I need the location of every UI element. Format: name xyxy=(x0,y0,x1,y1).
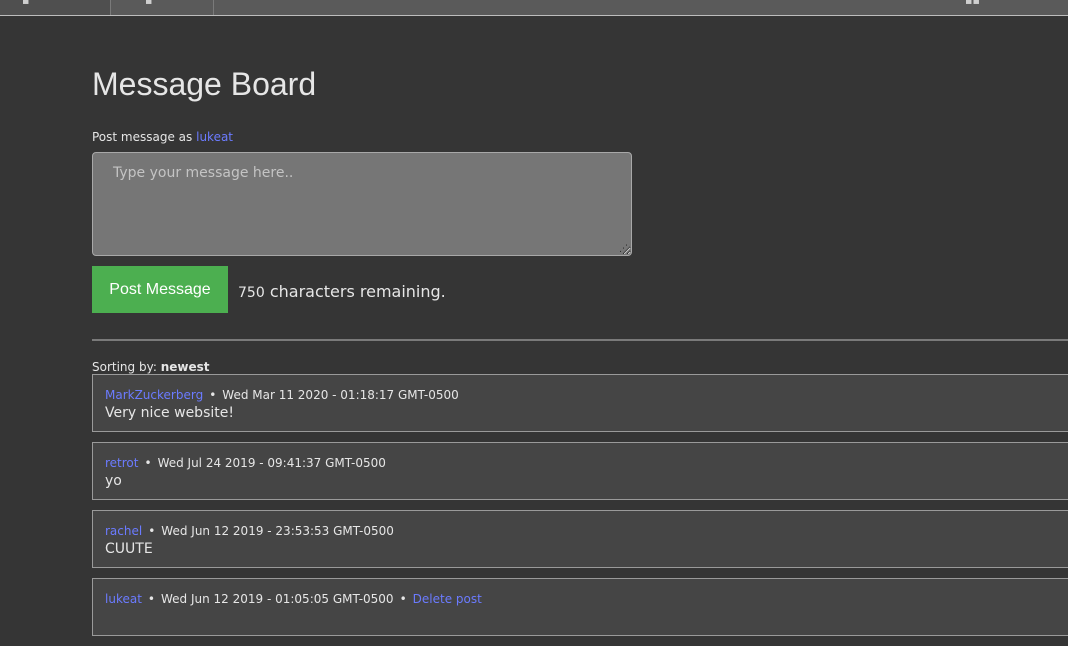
post-author-link[interactable]: rachel xyxy=(105,524,142,538)
post-message-button[interactable]: Post Message xyxy=(92,266,228,313)
characters-remaining-count: 750 xyxy=(238,285,265,301)
current-username-link[interactable]: lukeat xyxy=(196,130,233,144)
nav-tab-home-glyph: ▪ xyxy=(22,0,30,7)
post-meta: retrot • Wed Jul 24 2019 - 09:41:37 GMT-05… xyxy=(105,456,1068,470)
post-list: MarkZuckerberg • Wed Mar 11 2020 - 01:18:1… xyxy=(92,374,1068,646)
post-timestamp: Wed Jun 12 2019 - 01:05:05 GMT-0500 xyxy=(160,592,394,606)
page-title: Message Board xyxy=(92,66,317,102)
user-menu-icon[interactable]: ▪▪ xyxy=(965,0,980,7)
top-nav-bar: ▪ ▪ ▪▪ xyxy=(0,0,1068,16)
post-timestamp: Wed Jun 12 2019 - 23:53:53 GMT-0500 xyxy=(161,524,394,538)
post-meta: rachel • Wed Jun 12 2019 - 23:53:53 GMT-05… xyxy=(105,524,1068,538)
separator-dot: • xyxy=(148,524,156,538)
post-item: MarkZuckerberg • Wed Mar 11 2020 - 01:18:1… xyxy=(92,374,1068,432)
characters-remaining-label: characters remaining. xyxy=(269,282,446,301)
post-item: lukeat • Wed Jun 12 2019 - 01:05:05 GMT-05… xyxy=(92,578,1068,636)
sorting-indicator: Sorting by: newest xyxy=(92,360,209,374)
post-meta: lukeat • Wed Jun 12 2019 - 01:05:05 GMT-05… xyxy=(105,592,1068,606)
separator-dot: • xyxy=(144,456,152,470)
post-timestamp: Wed Mar 11 2020 - 01:18:17 GMT-0500 xyxy=(222,388,459,402)
post-author-link[interactable]: retrot xyxy=(105,456,138,470)
message-input[interactable] xyxy=(92,152,632,256)
post-body: CUUTE xyxy=(105,541,153,557)
post-item: retrot • Wed Jul 24 2019 - 09:41:37 GMT-05… xyxy=(92,442,1068,500)
post-body: Very nice website! xyxy=(105,405,234,421)
section-divider xyxy=(92,339,1068,341)
resize-handle-icon[interactable]: ⋰ xyxy=(619,245,628,254)
separator-dot: • xyxy=(147,592,155,606)
nav-tab-home[interactable]: ▪ xyxy=(0,0,111,15)
post-author-link[interactable]: lukeat xyxy=(105,592,142,606)
post-item: rachel • Wed Jun 12 2019 - 23:53:53 GMT-05… xyxy=(92,510,1068,568)
characters-remaining: 750 characters remaining. xyxy=(238,282,446,301)
post-as-line: Post message as lukeat xyxy=(92,130,233,144)
post-body: yo xyxy=(105,473,122,489)
post-as-label: Post message as xyxy=(92,130,193,144)
delete-post-link[interactable]: Delete post xyxy=(413,592,482,606)
sorting-value[interactable]: newest xyxy=(161,360,210,374)
post-timestamp: Wed Jul 24 2019 - 09:41:37 GMT-0500 xyxy=(157,456,386,470)
post-meta: MarkZuckerberg • Wed Mar 11 2020 - 01:18:1… xyxy=(105,388,1068,402)
nav-tab-secondary-glyph: ▪ xyxy=(145,0,153,7)
separator-dot: • xyxy=(399,592,407,606)
separator-dot: • xyxy=(209,388,217,402)
nav-tab-secondary[interactable]: ▪ xyxy=(111,0,214,15)
post-author-link[interactable]: MarkZuckerberg xyxy=(105,388,203,402)
sorting-label: Sorting by: xyxy=(92,360,157,374)
